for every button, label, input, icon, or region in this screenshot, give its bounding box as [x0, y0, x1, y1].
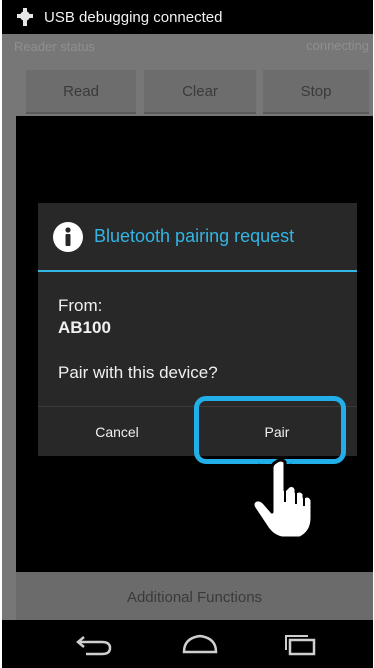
device-name: AB100: [58, 318, 111, 337]
back-icon[interactable]: [72, 630, 116, 658]
reader-status-row: Reader status connecting: [2, 34, 373, 58]
from-label: From:: [58, 296, 103, 315]
cancel-button[interactable]: Cancel: [38, 407, 196, 457]
action-button-row: Read Clear Stop: [2, 70, 373, 114]
bluetooth-pairing-dialog: Bluetooth pairing request From: AB100 Pa…: [38, 203, 357, 456]
home-icon[interactable]: [178, 630, 222, 658]
pair-button[interactable]: Pair: [197, 407, 357, 457]
dialog-divider: [38, 270, 357, 272]
dialog-header: Bluetooth pairing request: [38, 203, 357, 270]
pointing-hand-icon: [251, 458, 314, 540]
usb-debug-icon: [17, 8, 33, 26]
reader-status-label: Reader status: [14, 39, 95, 54]
navigation-bar: [2, 620, 373, 668]
additional-functions-button[interactable]: Additional Functions: [16, 572, 373, 622]
dialog-button-bar: Cancel Pair: [38, 406, 357, 457]
read-button[interactable]: Read: [26, 70, 136, 114]
recent-apps-icon[interactable]: [278, 630, 322, 658]
dialog-title: Bluetooth pairing request: [94, 226, 295, 246]
pair-question: Pair with this device?: [58, 363, 218, 382]
status-bar: USB debugging connected: [2, 0, 373, 34]
stop-button[interactable]: Stop: [263, 70, 369, 114]
clear-button[interactable]: Clear: [144, 70, 256, 114]
info-icon: [53, 221, 83, 252]
reader-status-value: connecting: [306, 38, 369, 53]
status-text: USB debugging connected: [44, 8, 223, 26]
